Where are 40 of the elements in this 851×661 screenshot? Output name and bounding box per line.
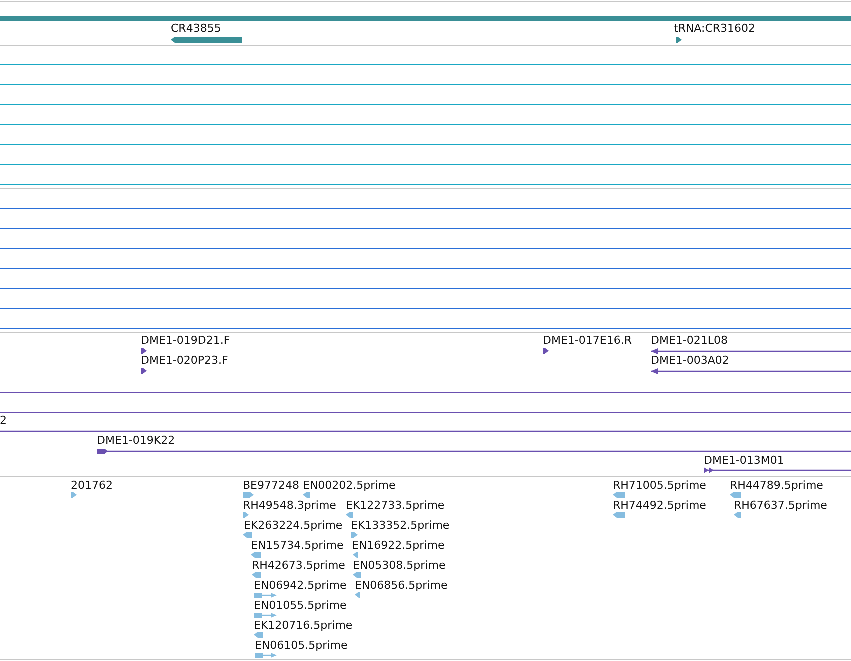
feature-label: EN00202.5prime [303, 480, 396, 492]
feature-label: EN01055.5prime [254, 600, 347, 612]
feature-arrow-icon[interactable] [141, 368, 147, 374]
feature-label: EK122733.5prime [346, 500, 445, 512]
feature-label: RH44789.5prime [730, 480, 824, 492]
feature-label: EK120716.5prime [254, 620, 353, 632]
feature-line-icon[interactable] [651, 368, 851, 375]
feature-label: DME1-020P23.F [141, 355, 228, 367]
feature-label: RH74492.5prime [613, 500, 706, 512]
feature-label: EN06856.5prime [355, 580, 448, 592]
feature-label: EK133352.5prime [351, 520, 450, 532]
feature-label: EN06942.5prime [254, 580, 347, 592]
feature-label: EN16922.5prime [352, 540, 445, 552]
feature-arrow-icon[interactable] [171, 37, 242, 43]
feature-label: EN05308.5prime [353, 560, 446, 572]
feature-label: RH42673.5prime [252, 560, 346, 572]
feature-label: EK263224.5prime [244, 520, 343, 532]
feature-line-icon[interactable] [651, 348, 851, 355]
feature-line-icon[interactable] [704, 467, 851, 474]
feature-label: DME1-017E16.R [543, 335, 632, 347]
feature-label: EN15734.5prime [251, 540, 344, 552]
feature-label: tRNA:CR31602 [674, 23, 756, 35]
feature-label: DME1-013M01 [704, 455, 784, 467]
feature-label: DME1-003A02 [651, 355, 730, 367]
feature-label: DME1-019K22 [97, 435, 176, 447]
feature-arrow-icon[interactable] [676, 37, 682, 43]
feature-label: EN06105.5prime [255, 640, 348, 652]
feature-line-icon[interactable] [0, 428, 851, 435]
feature-label: 201762 [71, 480, 113, 492]
feature-label: DME1-021L08 [651, 335, 728, 347]
feature-arrow-icon[interactable] [543, 348, 549, 354]
feature-label: CR43855 [171, 23, 222, 35]
feature-label: 2 [0, 415, 7, 427]
feature-label: DME1-019D21.F [141, 335, 230, 347]
feature-arrow-icon[interactable] [141, 348, 147, 354]
feature-line-icon[interactable] [97, 448, 851, 455]
feature-label: RH71005.5prime [613, 480, 706, 492]
feature-label: BE977248 [243, 480, 300, 492]
feature-label: RH67637.5prime [734, 500, 828, 512]
feature-label: RH49548.3prime [243, 500, 336, 512]
